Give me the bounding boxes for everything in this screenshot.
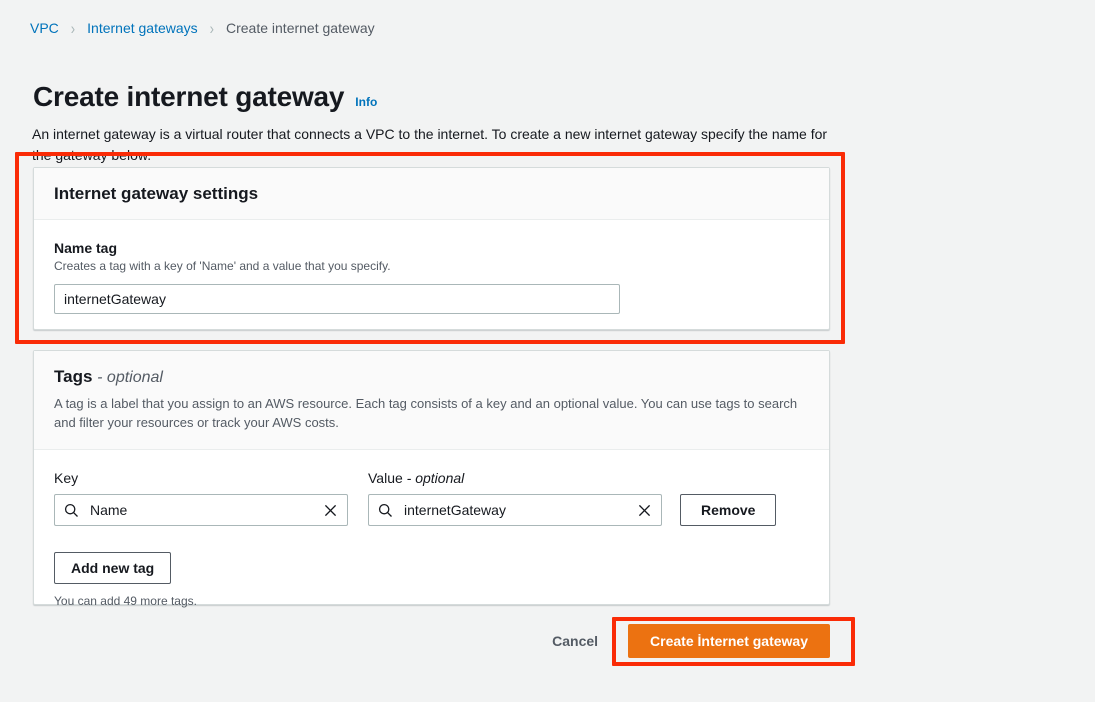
add-new-tag-button[interactable]: Add new tag <box>54 552 172 585</box>
tags-remaining-note: You can add 49 more tags. <box>54 594 197 609</box>
tag-value-column-label-text: Value <box>368 470 403 487</box>
tag-value-column: Value - optional <box>368 470 662 527</box>
breadcrumb: VPC › Internet gateways › Create interne… <box>30 18 375 38</box>
tag-value-input[interactable] <box>393 502 636 519</box>
name-tag-input[interactable] <box>54 284 620 315</box>
settings-card-title: Internet gateway settings <box>54 184 259 203</box>
tags-card: Tags - optional A tag is a label that yo… <box>33 350 830 608</box>
table-row: Key Name Value - optional internetGatewa… <box>54 470 809 527</box>
name-tag-hint: Creates a tag with a key of 'Name' and a… <box>54 259 391 274</box>
close-icon[interactable] <box>322 502 338 518</box>
tag-key-input[interactable] <box>79 502 322 519</box>
name-tag-label: Name tag <box>54 240 118 257</box>
tag-value-column-label: Value - optional <box>368 470 662 486</box>
page-title-row: Create internet gateway Info <box>33 63 377 131</box>
settings-card-header: Internet gateway settings <box>34 168 829 221</box>
breadcrumb-item-internet-gateways[interactable]: Internet gateways <box>87 20 198 36</box>
breadcrumb-item-current: Create internet gateway <box>226 20 375 36</box>
tag-key-column-label: Key <box>54 470 79 487</box>
info-link[interactable]: Info <box>355 95 377 109</box>
breadcrumb-item-vpc[interactable]: VPC <box>30 20 59 36</box>
tag-remove-column: Remove <box>680 494 777 527</box>
form-actions: Cancel Create İnternet gateway <box>33 620 830 662</box>
search-icon <box>378 503 393 518</box>
search-icon <box>64 503 79 518</box>
tag-key-field[interactable] <box>54 494 348 527</box>
breadcrumb-separator-icon: › <box>209 18 214 38</box>
tags-card-title-optional: - optional <box>97 369 163 386</box>
tag-value-field[interactable] <box>368 494 662 527</box>
tags-card-title: Tags - optional <box>54 367 809 387</box>
page-description: An internet gateway is a virtual router … <box>32 126 828 163</box>
close-icon[interactable] <box>636 502 652 518</box>
create-internet-gateway-page: VPC › Internet gateways › Create interne… <box>0 0 1095 702</box>
tags-card-description: A tag is a label that you assign to an A… <box>54 396 798 431</box>
tags-card-header: Tags - optional A tag is a label that yo… <box>34 351 829 451</box>
page-title: Create internet gateway <box>33 80 345 112</box>
tags-card-title-text: Tags <box>54 367 93 386</box>
breadcrumb-separator-icon: › <box>70 18 76 38</box>
cancel-button[interactable]: Cancel <box>544 633 606 649</box>
create-internet-gateway-button[interactable]: Create İnternet gateway <box>628 624 830 658</box>
tags-card-body: Key Name Value - optional internetGatewa… <box>34 450 829 628</box>
tag-key-column: Key <box>54 470 348 527</box>
internet-gateway-settings-card: Internet gateway settings Name tag Creat… <box>33 167 830 330</box>
remove-tag-button[interactable]: Remove <box>680 494 777 527</box>
tag-value-column-optional: - optional <box>406 470 465 487</box>
settings-card-body: Name tag Creates a tag with a key of 'Na… <box>34 220 829 334</box>
